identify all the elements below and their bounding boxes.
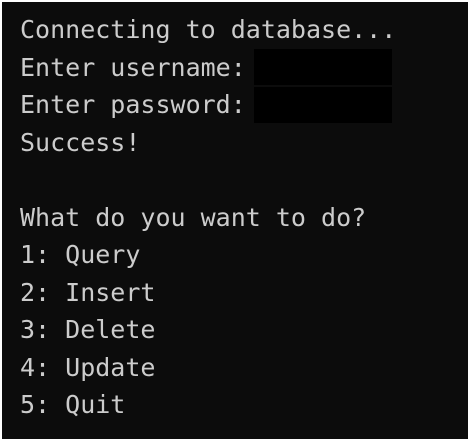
- username-redaction-box: [253, 49, 392, 86]
- menu-heading-text: What do you want to do?: [20, 202, 367, 232]
- connecting-status-line: Connecting to database...: [20, 11, 468, 49]
- menu-option-insert: 2: Insert: [20, 274, 468, 312]
- password-redaction-box: [253, 86, 392, 123]
- menu-option-text: 2: Insert: [20, 277, 156, 307]
- menu-option-text: 5: Quit: [20, 390, 126, 419]
- menu-heading: What do you want to do?: [20, 199, 468, 237]
- success-text: Success!: [20, 127, 141, 157]
- menu-option-query: 1: Query: [20, 236, 468, 274]
- menu-option-text: 3: Delete: [20, 315, 156, 344]
- terminal-window: Connecting to database... Enter username…: [2, 2, 468, 439]
- menu-option-quit: 5: Quit: [20, 386, 468, 424]
- menu-option-text: 4: Update: [20, 352, 156, 382]
- password-line: Enter password:: [20, 86, 468, 124]
- menu-option-update: 4: Update: [20, 349, 468, 387]
- username-line: Enter username:: [20, 49, 468, 87]
- success-line: Success!: [20, 124, 468, 162]
- menu-option-delete: 3: Delete: [20, 311, 468, 349]
- menu-option-text: 1: Query: [20, 240, 141, 269]
- connecting-status-text: Connecting to database...: [20, 15, 397, 44]
- username-prompt: Enter username:: [20, 52, 246, 82]
- password-prompt: Enter password:: [20, 90, 246, 119]
